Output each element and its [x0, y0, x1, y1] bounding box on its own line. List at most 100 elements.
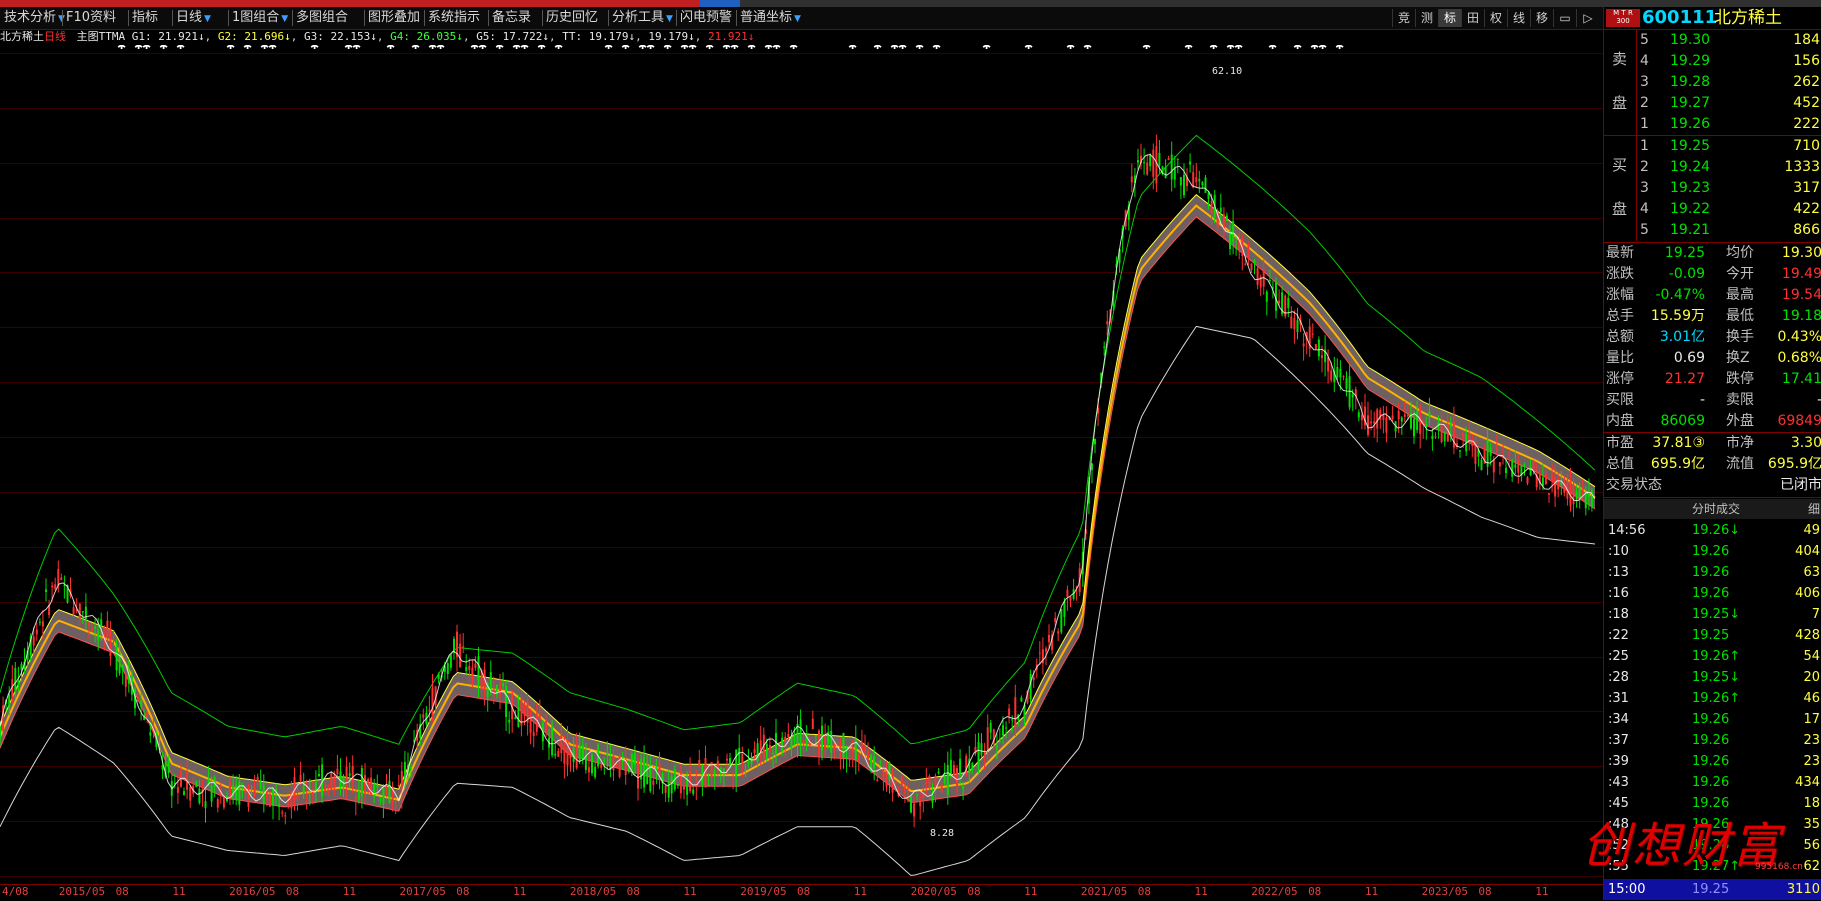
toolbar-right-button-0[interactable]: 竞 — [1392, 9, 1415, 27]
tick-row[interactable]: :37 19.26 23 — [1604, 730, 1821, 751]
candle-body — [919, 798, 922, 807]
toolbar-right-button-7[interactable]: ▭ — [1553, 9, 1576, 27]
x-tick-label: 2022/05 — [1251, 885, 1298, 898]
candle-body — [250, 793, 253, 795]
toolbar-item-7[interactable]: 系统指示 — [428, 7, 480, 29]
order-level-row[interactable]: 3 19.23 317 — [1604, 178, 1821, 199]
toolbar-right-button-6[interactable]: 移 — [1530, 9, 1553, 27]
tick-row[interactable]: :31 19.26↑ 46 — [1604, 688, 1821, 709]
candle-body — [437, 673, 440, 679]
tick-row[interactable]: :43 19.26 434 — [1604, 772, 1821, 793]
signal-mark: ✱ — [1293, 45, 1302, 52]
tick-volume: 49 — [1803, 523, 1820, 538]
quote-row: 市盈 37.81③ 市净 3.30 — [1604, 433, 1821, 454]
candle-body — [112, 638, 115, 640]
order-level-row[interactable]: 1 19.26 222 — [1604, 114, 1821, 135]
toolbar-item-8[interactable]: 备忘录 — [492, 7, 531, 29]
toolbar-item-0[interactable]: 技术分析▼ — [4, 7, 65, 29]
candle-body — [299, 774, 302, 782]
tick-row[interactable]: :28 19.25↓ 20 — [1604, 667, 1821, 688]
chevron-down-icon[interactable]: ▼ — [281, 14, 288, 24]
candle-body — [652, 780, 655, 785]
order-level-row[interactable]: 5 19.21 866 — [1604, 220, 1821, 241]
toolbar-right-button-5[interactable]: 线 — [1507, 9, 1530, 27]
order-level: 1 — [1640, 138, 1649, 154]
tick-row[interactable]: :16 19.26 406 — [1604, 583, 1821, 604]
strip-red — [0, 0, 700, 7]
toolbar-right-button-3[interactable]: 田 — [1461, 9, 1484, 27]
candlestick-chart[interactable]: 62.10 8.28 ✱ ✱ ✱ ✱ ✱ ✱ ✱ ✱ ✱ ✱ ✱ ✱ ✱ ✱ ✱ ✱ ✱ ✱ ✱ ✱ ✱ ✱ ✱ ✱ ✱ ✱ ✱ ✱ ✱ ✱ ✱… — [0, 45, 1603, 884]
candle-body — [1137, 160, 1139, 163]
toolbar-right-button-1[interactable]: 测 — [1415, 9, 1438, 27]
candle-body — [1143, 162, 1146, 164]
toolbar-item-4[interactable]: 1图组合 ▼ — [232, 7, 288, 29]
candle-body — [952, 765, 955, 775]
toolbar-item-9[interactable]: 历史回忆 — [546, 7, 598, 29]
order-level-row[interactable]: 3 19.28 262 — [1604, 72, 1821, 93]
tick-row[interactable]: :25 19.26↑ 54 — [1604, 646, 1821, 667]
x-tick-label: 08 — [285, 885, 300, 898]
toolbar-item-5[interactable]: 多图组合 — [296, 7, 348, 29]
order-level-row[interactable]: 5 19.30 184 — [1604, 30, 1821, 51]
toolbar-right-button-8[interactable]: ▷ — [1576, 9, 1599, 27]
candle-body — [1376, 409, 1379, 429]
toolbar-item-1[interactable]: F10资料 — [66, 7, 116, 29]
toolbar-item-3[interactable]: 日线 ▼ — [176, 7, 211, 29]
toolbar-item-11[interactable]: 闪电预警 — [680, 7, 732, 29]
signal-mark: ✱ — [932, 45, 941, 52]
candle-body — [1278, 300, 1281, 304]
tick-row[interactable]: :22 19.25 428 — [1604, 625, 1821, 646]
order-price: 19.26 — [1670, 116, 1711, 132]
chevron-down-icon[interactable]: ▼ — [666, 14, 673, 24]
tick-row[interactable]: :34 19.26 17 — [1604, 709, 1821, 730]
order-level-row[interactable]: 4 19.29 156 — [1604, 51, 1821, 72]
tick-header[interactable]: 分时成交 细 — [1604, 499, 1821, 519]
chevron-down-icon[interactable]: ▼ — [204, 14, 211, 24]
candle-body — [256, 776, 259, 782]
signal-mark: ✱ — [352, 45, 361, 52]
toolbar-item-6[interactable]: 图形叠加 — [368, 7, 420, 29]
toolbar-right-button-4[interactable]: 权 — [1484, 9, 1507, 27]
candle-body — [1195, 177, 1198, 183]
order-level-row[interactable]: 4 19.22 422 — [1604, 199, 1821, 220]
candle-body — [78, 603, 81, 620]
order-level-row[interactable]: 2 19.27 452 — [1604, 93, 1821, 114]
stock-name[interactable]: 北方稀土 — [1714, 7, 1782, 29]
candle-body — [210, 785, 213, 802]
signal-mark: ✱ — [646, 45, 655, 52]
candle-body — [910, 796, 912, 813]
tick-price: 19.26↑ — [1692, 691, 1741, 706]
order-price: 19.29 — [1670, 53, 1711, 69]
order-level-row[interactable]: 1 19.25 710 — [1604, 136, 1821, 157]
toolbar-item-2[interactable]: 指标 — [132, 7, 158, 29]
quote-row: 总额 3.01亿 换手 0.43% — [1604, 327, 1821, 348]
toolbar-item-10[interactable]: 分析工具 ▼ — [612, 7, 673, 29]
candle-body — [802, 739, 805, 744]
candle-body — [735, 749, 738, 777]
toolbar-right-button-2[interactable]: 标 — [1438, 9, 1461, 27]
tick-volume: 63 — [1803, 565, 1820, 580]
toolbar-item-12[interactable]: 普通坐标 ▼ — [740, 7, 801, 29]
quote-row: 买限 - 卖限 - — [1604, 390, 1821, 411]
candle-body — [906, 788, 909, 790]
tick-header-detail[interactable]: 细 — [1808, 499, 1820, 519]
candle-body — [1517, 459, 1520, 473]
candle-body — [726, 758, 728, 761]
candle-body — [146, 712, 149, 715]
candle-body — [750, 757, 753, 765]
candle-body — [814, 735, 817, 737]
candle-body — [683, 785, 685, 790]
candle-body — [1416, 410, 1419, 431]
order-level-row[interactable]: 2 19.24 1333 — [1604, 157, 1821, 178]
signal-mark: ✱ — [436, 45, 445, 52]
candle-body — [1330, 370, 1333, 381]
tick-row[interactable]: :10 19.26 404 — [1604, 541, 1821, 562]
candle-body — [630, 753, 633, 770]
chevron-down-icon[interactable]: ▼ — [794, 14, 801, 24]
order-price: 19.23 — [1670, 180, 1711, 196]
tick-row[interactable]: :18 19.25↓ 7 — [1604, 604, 1821, 625]
tick-row[interactable]: 14:56 19.26↓ 49 — [1604, 520, 1821, 541]
tick-row[interactable]: :39 19.26 23 — [1604, 751, 1821, 772]
tick-row[interactable]: :13 19.26 63 — [1604, 562, 1821, 583]
stock-code[interactable]: 600111 — [1642, 7, 1717, 29]
